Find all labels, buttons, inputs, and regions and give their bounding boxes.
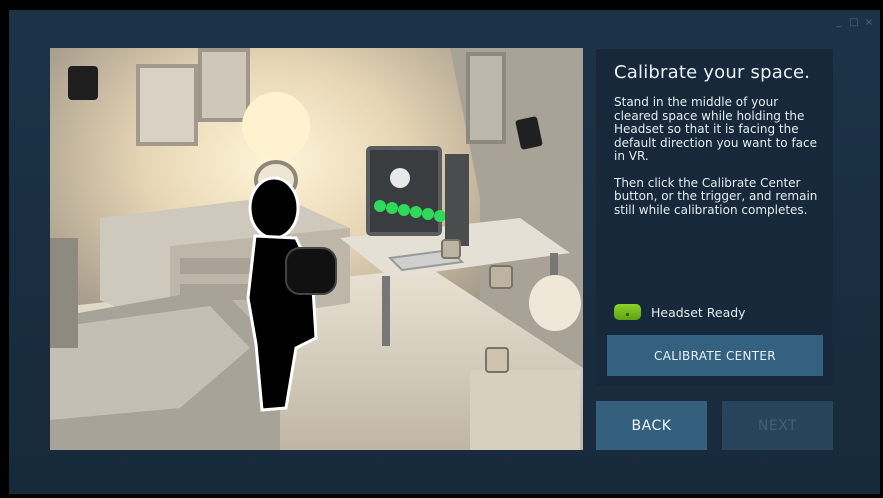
window-controls: _ □ ×	[834, 18, 874, 28]
instruction-paragraph-2: Then click the Calibrate Center button, …	[614, 175, 818, 217]
panel-title: Calibrate your space.	[614, 62, 811, 83]
headset-status: Headset Ready	[614, 304, 746, 320]
maximize-icon[interactable]: □	[849, 18, 859, 28]
instructions-text: Stand in the middle of your cleared spac…	[614, 95, 819, 230]
calibrate-center-button[interactable]: CALIBRATE CENTER	[607, 335, 823, 376]
headset-status-icon	[614, 304, 641, 320]
instruction-paragraph-1: Stand in the middle of your cleared spac…	[614, 95, 818, 163]
headset-status-label: Headset Ready	[651, 304, 746, 320]
back-button[interactable]: BACK	[596, 401, 707, 450]
next-button[interactable]: NEXT	[722, 401, 833, 450]
instructions-panel: Calibrate your space. Stand in the middl…	[596, 49, 833, 386]
room-scene-graphic	[50, 48, 583, 450]
calibration-illustration	[50, 48, 583, 450]
minimize-icon[interactable]: _	[834, 18, 844, 28]
close-icon[interactable]: ×	[864, 18, 874, 28]
